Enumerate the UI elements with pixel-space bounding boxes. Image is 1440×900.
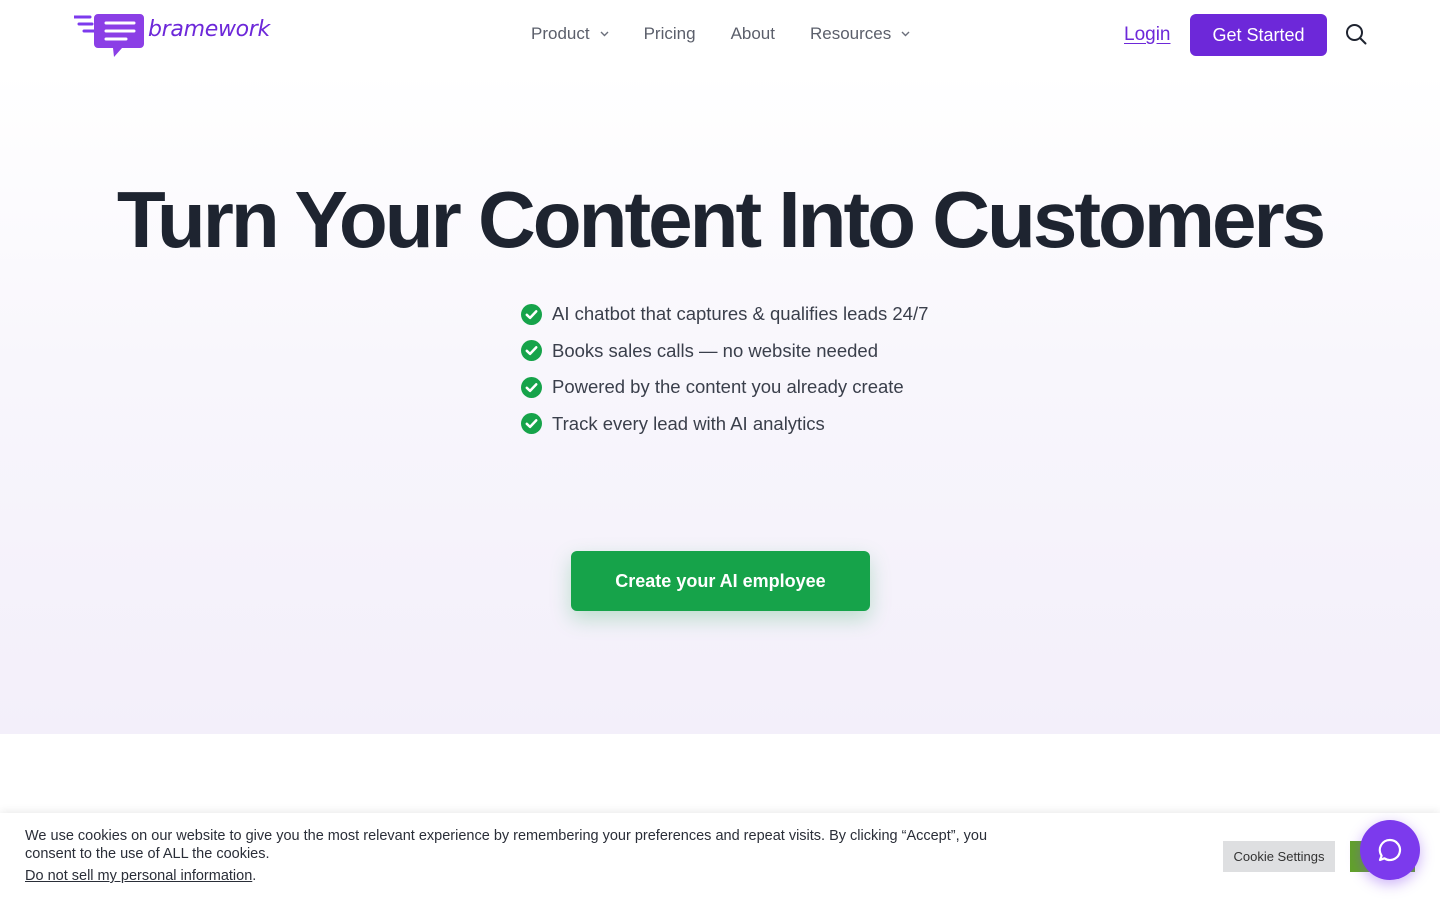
logo-wordmark: bramework <box>148 16 270 42</box>
nav-item-about[interactable]: About <box>731 24 775 44</box>
chat-bubble-icon <box>1378 838 1402 862</box>
login-link[interactable]: Login <box>1124 24 1171 46</box>
nav-item-pricing[interactable]: Pricing <box>644 24 696 44</box>
search-button[interactable] <box>1344 23 1368 47</box>
feature-text: AI chatbot that captures & qualifies lea… <box>552 303 929 325</box>
hero-section: Turn Your Content Into Customers AI chat… <box>0 70 1440 734</box>
list-item: Powered by the content you already creat… <box>521 369 928 406</box>
chevron-down-icon <box>901 31 910 37</box>
feature-text: Powered by the content you already creat… <box>552 376 904 398</box>
list-item: Books sales calls — no website needed <box>521 333 928 370</box>
chevron-down-icon <box>600 31 609 37</box>
list-item: Track every lead with AI analytics <box>521 406 928 443</box>
main-nav: Product Pricing About Resources <box>531 24 945 44</box>
nav-item-label: About <box>730 24 775 43</box>
nav-item-product[interactable]: Product <box>531 24 609 44</box>
cookie-settings-button[interactable]: Cookie Settings <box>1223 841 1335 872</box>
check-circle-icon <box>521 303 542 325</box>
search-icon <box>1346 24 1367 45</box>
get-started-button[interactable]: Get Started <box>1190 14 1327 56</box>
feature-list: AI chatbot that captures & qualifies lea… <box>521 296 928 442</box>
create-ai-employee-button[interactable]: Create your AI employee <box>571 551 870 611</box>
chat-widget-button[interactable] <box>1360 820 1420 880</box>
cookie-message: We use cookies on our website to give yo… <box>25 828 988 862</box>
feature-text: Track every lead with AI analytics <box>552 412 825 434</box>
logo-icon <box>74 14 144 57</box>
nav-item-label: Resources <box>810 24 892 43</box>
logo[interactable]: bramework <box>74 12 270 58</box>
cookie-dnt-suffix: . <box>252 868 257 884</box>
check-circle-icon <box>521 413 542 435</box>
check-circle-icon <box>521 376 542 398</box>
nav-item-label: Product <box>531 24 590 43</box>
feature-text: Books sales calls — no website needed <box>552 339 878 361</box>
check-circle-icon <box>521 340 542 362</box>
hero-title: Turn Your Content Into Customers <box>116 175 1326 264</box>
site-header: bramework Product Pricing About Resource… <box>0 0 1440 70</box>
nav-item-resources[interactable]: Resources <box>810 24 910 44</box>
cookie-dnt-line: Do not sell my personal information. <box>25 868 256 884</box>
cookie-banner: We use cookies on our website to give yo… <box>0 813 1440 900</box>
list-item: AI chatbot that captures & qualifies lea… <box>521 296 928 333</box>
nav-item-label: Pricing <box>643 24 696 43</box>
do-not-sell-link[interactable]: Do not sell my personal information <box>25 868 252 884</box>
